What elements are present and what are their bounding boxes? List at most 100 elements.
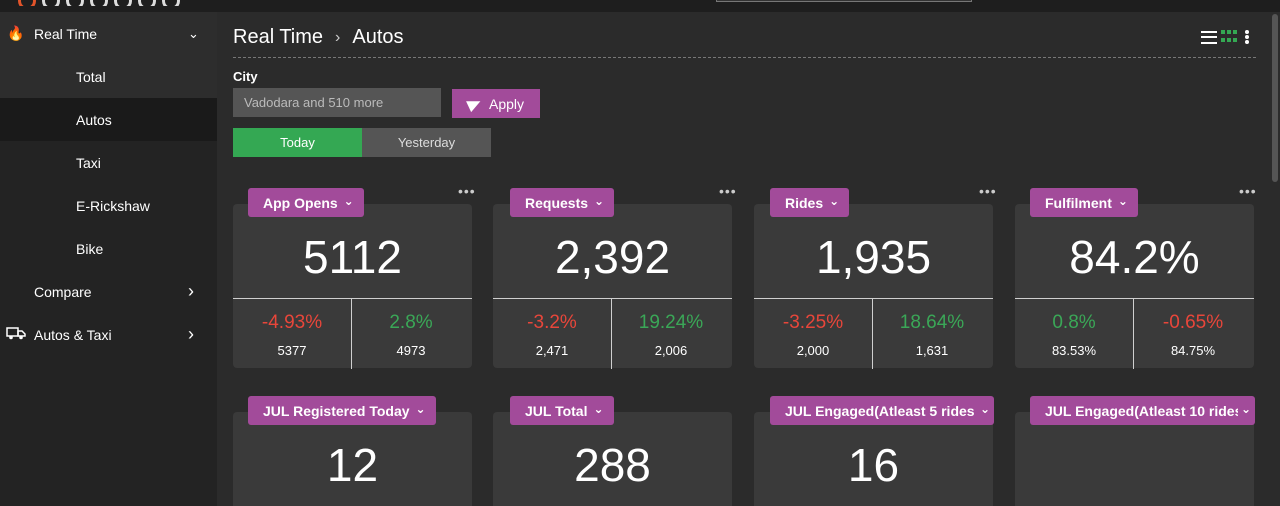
metric-card-jul-registered-today: 12 [233,412,472,506]
flame-icon: 🔥 [7,25,25,41]
metric-value: 2,392 [554,231,671,283]
change-percent: -3.2% [527,312,577,333]
truck-icon [6,326,26,343]
comparison-cell-left: -3.2% 2,471 [493,312,611,358]
metric-dropdown-requests[interactable]: Requests ⌄ [510,188,615,217]
metric-dropdown-label: JUL Engaged(Atleast 5 rides [785,402,975,419]
chevron-down-icon: ⌄ [415,402,426,416]
metric-dropdown-label: Fulfilment [1045,194,1112,211]
scrollbar-thumb[interactable] [1272,14,1278,182]
metric-dropdown-jul-registered-today[interactable]: JUL Registered Today ⌄ [248,396,436,425]
metric-value: 84.2% [1069,231,1200,283]
yesterday-toggle[interactable]: Yesterday [362,128,491,157]
app-root: 🔥 Real Time ⌄ Total Autos Taxi E-Ricksha… [0,0,1280,506]
card-more-icon[interactable]: ••• [979,183,997,199]
chevron-down-icon: ⌄ [343,194,354,208]
metric-dropdown-label: App Opens [263,194,338,211]
change-percent: -4.93% [261,312,323,333]
comparison-value: 2,006 [654,343,688,358]
metric-card-jul-total: 288 [493,412,732,506]
comparison-cell-left: -4.93% 5377 [233,312,351,358]
sidebar-item-taxi[interactable]: Taxi [0,141,217,184]
metric-dropdown-jul-engaged-5[interactable]: JUL Engaged(Atleast 5 rides ⌄ [770,396,994,425]
metric-value: 16 [847,439,900,491]
metric-value: 1,935 [815,231,932,283]
metric-value: 5112 [303,231,402,283]
chevron-down-icon: ⌄ [976,402,990,416]
card-more-icon[interactable]: ••• [1239,183,1257,199]
chevron-down-icon: ⌄ [829,194,840,208]
global-search-input[interactable] [716,0,972,2]
chevron-down-icon: ⌄ [593,402,604,416]
metric-dropdown-label: Rides [785,194,824,211]
card-divider [1015,298,1254,299]
card-more-icon[interactable]: ••• [719,183,737,199]
sidebar-item-label: Real Time [34,25,98,42]
sidebar-item-real-time[interactable]: 🔥 Real Time ⌄ [0,12,217,55]
sidebar-item-label: Compare [34,283,92,300]
sidebar-item-label: Autos [76,111,112,128]
top-bar [0,0,1280,12]
apply-button[interactable]: Apply [452,89,540,118]
sidebar-item-label: E-Rickshaw [76,197,150,214]
chevron-down-icon: ⌄ [593,194,605,208]
today-toggle[interactable]: Today [233,128,362,157]
more-options-icon[interactable] [1245,30,1249,44]
comparison-value: 84.75% [1170,343,1216,358]
grid-view-icon[interactable] [1221,30,1237,44]
metric-card-fulfilment: 84.2% 0.8% 83.53% -0.65% 84.75% [1015,204,1254,369]
sidebar-item-autos[interactable]: Autos [0,98,217,141]
metric-card-jul-engaged-5: 16 [754,412,993,506]
card-divider [754,298,993,299]
comparison-value: 83.53% [1051,343,1097,358]
comparison-cell-left: -3.25% 2,000 [754,312,872,358]
metric-card-jul-engaged-10 [1015,412,1254,506]
metric-value: 288 [574,439,651,491]
comparison-value: 2,471 [535,343,569,358]
metric-dropdown-jul-engaged-10[interactable]: JUL Engaged(Atleast 10 rides ⌄ [1030,396,1255,425]
comparison-cell-right: 19.24% 2,006 [612,312,730,358]
sidebar-item-label: Taxi [76,154,101,171]
sidebar-item-compare[interactable]: Compare › [0,270,217,313]
sidebar-item-e-rickshaw[interactable]: E-Rickshaw [0,184,217,227]
chevron-down-icon: ⌄ [1237,402,1251,416]
sidebar-item-label: Bike [76,240,104,257]
chevron-down-icon: ⌄ [1117,194,1128,208]
header-divider [233,57,1256,58]
main-content: Real Time › Autos City Apply Today Yeste… [217,12,1280,506]
chevron-right-icon: › [188,281,194,301]
metric-dropdown-label: JUL Engaged(Atleast 10 rides [1045,402,1243,419]
send-icon [466,95,483,112]
card-divider [493,298,732,299]
comparison-value: 5377 [277,343,307,358]
brand-logo [18,0,193,6]
metric-dropdown-label: JUL Registered Today [263,402,410,419]
chevron-right-icon: › [188,324,194,344]
change-percent: -0.65% [1162,312,1224,333]
card-more-icon[interactable]: ••• [458,183,476,199]
metric-dropdown-jul-total[interactable]: JUL Total ⌄ [510,396,614,425]
comparison-cell-left: 0.8% 83.53% [1015,312,1133,358]
sidebar-item-label: Total [76,68,106,85]
comparison-value: 4973 [396,343,426,358]
sidebar-item-autos-taxi[interactable]: Autos & Taxi › [0,313,217,356]
city-input[interactable] [233,88,441,117]
sidebar-item-bike[interactable]: Bike [0,227,217,270]
metric-card-rides: 1,935 -3.25% 2,000 18.64% 1,631 [754,204,993,369]
metric-card-requests: 2,392 -3.2% 2,471 19.24% 2,006 [493,204,732,369]
comparison-cell-right: -0.65% 84.75% [1134,312,1252,358]
breadcrumb-root[interactable]: Real Time [233,26,323,49]
comparison-value: 2,000 [796,343,830,358]
list-view-icon[interactable] [1201,30,1217,44]
comparison-value: 1,631 [915,343,949,358]
metric-dropdown-rides[interactable]: Rides ⌄ [770,188,850,217]
city-label: City [233,69,258,84]
chevron-down-icon: ⌄ [188,25,199,41]
vertical-scrollbar[interactable] [1270,12,1280,506]
sidebar-item-label: Autos & Taxi [34,326,112,343]
metric-dropdown-fulfilment[interactable]: Fulfilment ⌄ [1030,188,1138,217]
change-percent: -3.25% [782,312,844,333]
change-percent: 0.8% [1052,312,1096,333]
sidebar-item-total[interactable]: Total [0,55,217,98]
metric-dropdown-app-opens[interactable]: App Opens ⌄ [248,188,364,217]
